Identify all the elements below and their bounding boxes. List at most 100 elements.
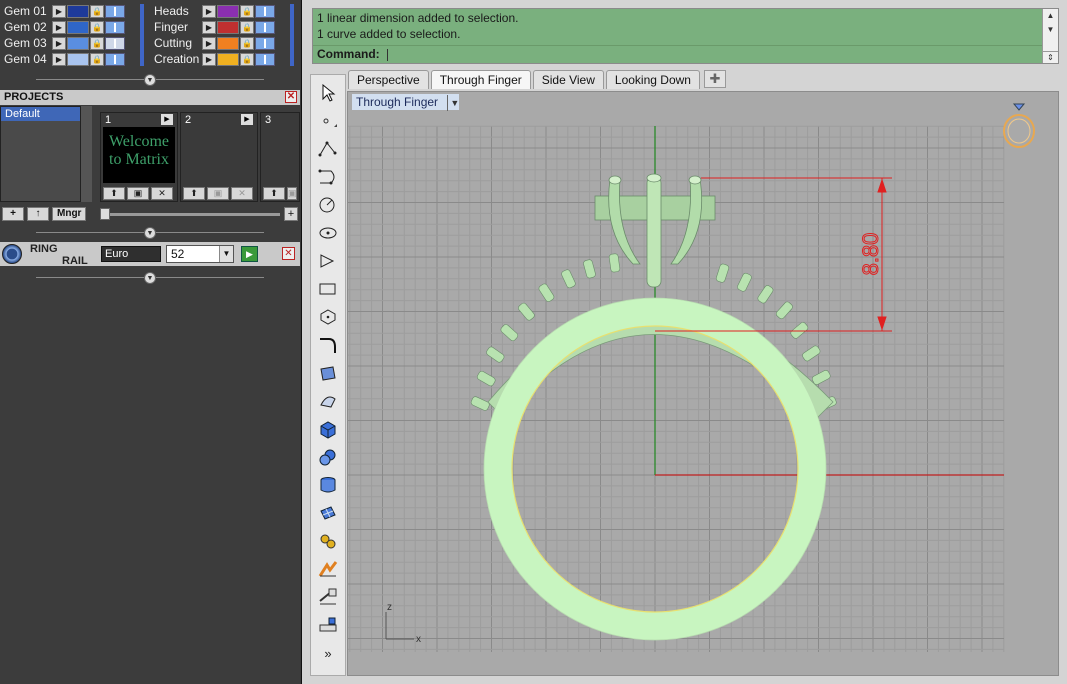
- scroll-up-icon[interactable]: ▲: [1043, 9, 1058, 23]
- upload-icon[interactable]: ⬆: [183, 187, 205, 200]
- layer-heads[interactable]: Heads ▶ 🔒: [150, 3, 275, 19]
- viewport[interactable]: 8.80 z x Through Finger ▼: [347, 91, 1059, 676]
- add-tab-icon[interactable]: ✚: [703, 70, 726, 88]
- ring-size-select[interactable]: 52 ▼: [166, 245, 234, 263]
- viewport-title[interactable]: Through Finger ▼: [352, 94, 460, 111]
- analyze-icon[interactable]: [315, 557, 341, 581]
- layer-color-swatch[interactable]: [217, 4, 239, 18]
- collapse-knob-icon[interactable]: ▼: [144, 227, 156, 239]
- play-icon[interactable]: ▶: [52, 52, 66, 66]
- layer-gem-02[interactable]: Gem 02 ▶ 🔒: [0, 19, 125, 35]
- tab-through-finger[interactable]: Through Finger: [430, 70, 531, 89]
- play-icon[interactable]: ▶: [52, 20, 66, 34]
- lock-icon[interactable]: 🔒: [240, 4, 254, 18]
- add-icon[interactable]: +: [284, 207, 298, 221]
- visibility-toggle[interactable]: [105, 4, 125, 18]
- project-zoom-slider[interactable]: [100, 213, 280, 216]
- play-icon[interactable]: ▶: [52, 36, 66, 50]
- upload-icon[interactable]: ⬆: [103, 187, 125, 200]
- layer-color-swatch[interactable]: [67, 52, 89, 66]
- layer-gem-03[interactable]: Gem 03 ▶ 🔒: [0, 35, 125, 51]
- save-icon[interactable]: ▣: [127, 187, 149, 200]
- project-list-scrollbar[interactable]: [80, 106, 92, 202]
- command-scrollbar[interactable]: ▲ ▼ ⇕: [1042, 9, 1058, 63]
- save-icon[interactable]: ▣: [207, 187, 229, 200]
- play-icon[interactable]: ▶: [161, 114, 173, 125]
- layer-color-swatch[interactable]: [67, 4, 89, 18]
- lock-icon[interactable]: 🔒: [90, 36, 104, 50]
- transform-icon[interactable]: [315, 529, 341, 553]
- lock-icon[interactable]: 🔒: [240, 52, 254, 66]
- size-standard-field[interactable]: Euro: [101, 246, 161, 262]
- apply-button[interactable]: ▶: [241, 246, 258, 262]
- collapse-knob-icon[interactable]: ▼: [144, 74, 156, 86]
- viewport-canvas[interactable]: 8.80 z x: [348, 92, 1059, 676]
- expand-icon[interactable]: ⇕: [1043, 51, 1058, 63]
- scroll-down-icon[interactable]: ▼: [1043, 23, 1058, 37]
- layer-color-swatch[interactable]: [217, 52, 239, 66]
- point-icon[interactable]: [315, 109, 341, 133]
- project-slot-1[interactable]: 1 ▶ Welcome to Matrix ⬆ ▣ ✕: [100, 112, 178, 202]
- play-icon[interactable]: ▶: [202, 4, 216, 18]
- lock-icon[interactable]: 🔒: [240, 20, 254, 34]
- render-icon[interactable]: [315, 613, 341, 637]
- project-list-item[interactable]: Default: [1, 107, 91, 121]
- layer-creation[interactable]: Creation ▶ 🔒: [150, 51, 275, 67]
- fillet-icon[interactable]: [315, 333, 341, 357]
- layer-gem-04[interactable]: Gem 04 ▶ 🔒: [0, 51, 125, 67]
- visibility-toggle[interactable]: [105, 52, 125, 66]
- ellipse-icon[interactable]: [315, 221, 341, 245]
- polyline-icon[interactable]: [315, 137, 341, 161]
- mesh-icon[interactable]: [315, 501, 341, 525]
- project-list[interactable]: Default: [0, 106, 92, 202]
- layer-finger[interactable]: Finger ▶ 🔒: [150, 19, 275, 35]
- delete-icon[interactable]: ✕: [231, 187, 253, 200]
- play-icon[interactable]: ▶: [52, 4, 66, 18]
- layer-color-swatch[interactable]: [217, 36, 239, 50]
- close-icon[interactable]: ✕: [282, 247, 295, 260]
- add-project-button[interactable]: +: [2, 207, 24, 221]
- visibility-toggle[interactable]: [105, 20, 125, 34]
- chevron-down-icon[interactable]: ▼: [447, 95, 459, 111]
- manager-button[interactable]: Mngr: [52, 207, 87, 221]
- move-up-button[interactable]: ↑: [27, 207, 49, 221]
- close-icon[interactable]: ✕: [285, 91, 297, 103]
- lock-icon[interactable]: 🔒: [90, 20, 104, 34]
- command-input[interactable]: Command:: [313, 45, 1042, 63]
- revolve-icon[interactable]: [315, 389, 341, 413]
- ring-icon[interactable]: [2, 244, 22, 264]
- box-icon[interactable]: [315, 417, 341, 441]
- lock-icon[interactable]: 🔒: [90, 52, 104, 66]
- more-tools-icon[interactable]: »: [315, 641, 341, 665]
- rectangle-icon[interactable]: [315, 277, 341, 301]
- visibility-toggle[interactable]: [255, 4, 275, 18]
- play-icon[interactable]: ▶: [202, 20, 216, 34]
- save-icon[interactable]: ▣: [287, 187, 297, 200]
- slider-handle[interactable]: [100, 208, 110, 220]
- visibility-toggle[interactable]: [255, 20, 275, 34]
- circle-icon[interactable]: [315, 193, 341, 217]
- collapse-knob-icon[interactable]: ▼: [144, 272, 156, 284]
- visibility-toggle[interactable]: [105, 36, 125, 50]
- chevron-down-icon[interactable]: ▼: [219, 246, 233, 262]
- tab-looking-down[interactable]: Looking Down: [605, 70, 700, 89]
- play-icon[interactable]: ▶: [241, 114, 253, 125]
- delete-icon[interactable]: ✕: [151, 187, 173, 200]
- sphere-icon[interactable]: [315, 445, 341, 469]
- lock-icon[interactable]: 🔒: [240, 36, 254, 50]
- layer-color-swatch[interactable]: [67, 20, 89, 34]
- layer-color-swatch[interactable]: [67, 36, 89, 50]
- play-icon[interactable]: ▶: [202, 36, 216, 50]
- visibility-toggle[interactable]: [255, 52, 275, 66]
- layer-cutting[interactable]: Cutting ▶ 🔒: [150, 35, 275, 51]
- layer-color-swatch[interactable]: [217, 20, 239, 34]
- surface-icon[interactable]: [315, 361, 341, 385]
- select-arrow-icon[interactable]: [315, 81, 341, 105]
- dimension-icon[interactable]: [315, 585, 341, 609]
- cylinder-icon[interactable]: [315, 473, 341, 497]
- lock-icon[interactable]: 🔒: [90, 4, 104, 18]
- arc-icon[interactable]: [315, 249, 341, 273]
- project-slot-2[interactable]: 2 ▶ ⬆ ▣ ✕: [180, 112, 258, 202]
- project-slot-3[interactable]: 3 ⬆ ▣: [260, 112, 300, 202]
- slot-thumbnail[interactable]: Welcome to Matrix: [103, 127, 175, 183]
